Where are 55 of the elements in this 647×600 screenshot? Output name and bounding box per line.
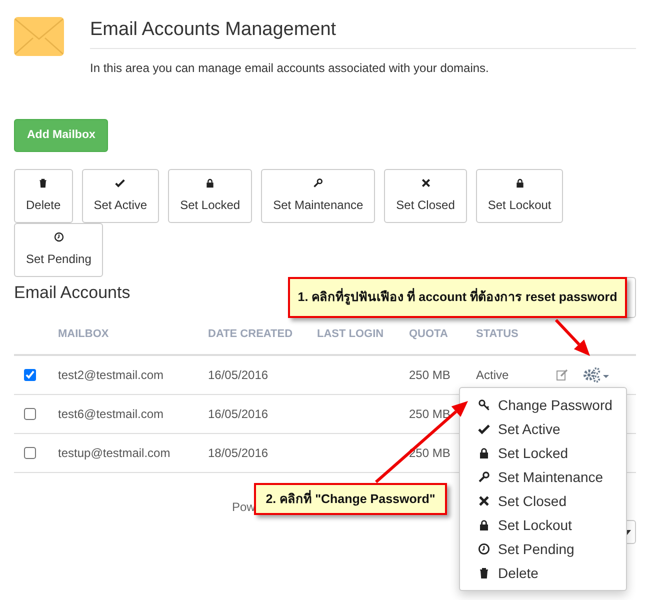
- menu-item[interactable]: Set Pending: [460, 537, 626, 561]
- arrow: [554, 318, 590, 356]
- action-button[interactable]: Set Closed: [384, 169, 467, 223]
- table-cell: testup@testmail.com: [58, 446, 170, 460]
- action-button[interactable]: Set Locked: [168, 169, 252, 223]
- action-button[interactable]: Set Active: [82, 169, 160, 223]
- menu-item[interactable]: Set Closed: [460, 489, 626, 513]
- table-cell: 18/05/2016: [208, 446, 268, 460]
- table-cell: 250 MB: [409, 406, 450, 420]
- action-button[interactable]: Delete: [14, 169, 73, 223]
- table-cell: 16/05/2016: [208, 406, 268, 420]
- clock-icon: [478, 543, 490, 555]
- gear-icon[interactable]: [582, 366, 610, 383]
- page-description: In this area you can manage email accounts associated with your domains.: [90, 60, 490, 76]
- menu-item[interactable]: Set Lockout: [460, 513, 626, 537]
- column-header: QUOTA: [409, 328, 448, 340]
- table-cell: test6@testmail.com: [58, 406, 164, 420]
- trash-icon: [478, 567, 490, 579]
- table-cell: 16/05/2016: [208, 368, 268, 382]
- lock-icon: [478, 447, 490, 459]
- clock-icon: [54, 232, 64, 242]
- lock-icon: [478, 519, 490, 531]
- menu-item[interactable]: Delete: [460, 561, 626, 585]
- lock-icon: [205, 178, 216, 188]
- table-cell: test2@testmail.com: [58, 368, 164, 382]
- section-title: Email Accounts: [14, 282, 130, 304]
- column-header: DATE CREATED: [208, 328, 293, 340]
- close-icon: [420, 178, 431, 188]
- column-header: LAST LOGIN: [317, 328, 384, 340]
- table-cell: Active: [476, 368, 509, 382]
- annotation-tooltip: 2. คลิกที่ "Change Password": [254, 483, 447, 515]
- row-checkbox[interactable]: [24, 368, 36, 381]
- check-icon: [478, 423, 490, 435]
- row-checkbox[interactable]: [24, 408, 36, 420]
- footer-text: Pow: [232, 498, 256, 516]
- page-title: Email Accounts Management: [90, 18, 338, 42]
- menu-item[interactable]: Change Password: [460, 393, 626, 417]
- edit-icon[interactable]: [556, 368, 568, 381]
- annotation-tooltip: 1. คลิกที่รูปฟันเฟือง ที่ account ที่ต้องการ reset password: [288, 277, 627, 318]
- menu-item[interactable]: Set Maintenance: [460, 465, 626, 489]
- column-header: MAILBOX: [58, 328, 109, 340]
- row-checkbox[interactable]: [24, 446, 36, 458]
- table-cell: 250 MB: [409, 368, 450, 382]
- menu-item[interactable]: Set Locked: [460, 441, 626, 465]
- key-icon: [478, 399, 490, 411]
- column-header: STATUS: [476, 328, 518, 340]
- action-button[interactable]: Set Maintenance: [261, 169, 376, 223]
- check-icon: [115, 178, 126, 188]
- envelope-icon: [14, 17, 64, 56]
- lock-icon: [514, 178, 525, 188]
- action-button[interactable]: Set Pending: [14, 223, 104, 277]
- trash-icon: [38, 178, 48, 188]
- menu-item[interactable]: Set Active: [460, 417, 626, 441]
- action-button[interactable]: Set Lockout: [476, 169, 564, 223]
- close-icon: [478, 495, 490, 507]
